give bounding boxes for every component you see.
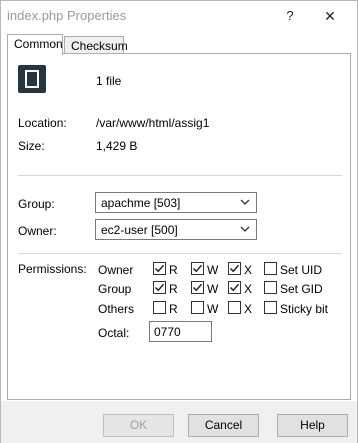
owner-execute-checkbox[interactable] [228, 262, 241, 275]
checkmark-icon [229, 264, 240, 273]
cancel-button[interactable]: Cancel [188, 414, 259, 437]
tab-checksum[interactable]: Checksum [64, 36, 128, 54]
octal-value: 0770 [154, 325, 181, 339]
help-title-button[interactable]: ? [279, 5, 301, 27]
write-label: W [207, 263, 219, 277]
common-tab-panel: 1 file Location: /var/www/html/assig1 Si… [7, 53, 351, 400]
checkmark-icon [192, 264, 203, 273]
size-label: Size: [18, 139, 45, 153]
owner-write-checkbox[interactable] [191, 262, 204, 275]
size-value: 1,429 B [96, 139, 138, 153]
group-execute-checkbox[interactable] [228, 281, 241, 294]
octal-input[interactable]: 0770 [149, 321, 212, 342]
execute-label: X [244, 282, 253, 296]
group-value: apachme [503] [101, 196, 181, 210]
execute-label: X [244, 263, 253, 277]
close-button[interactable]: ✕ [319, 5, 341, 27]
location-label: Location: [18, 116, 67, 130]
setuid-checkbox[interactable] [264, 262, 277, 275]
tab-common[interactable]: Common [7, 34, 63, 55]
others-read-checkbox[interactable] [153, 301, 166, 314]
group-write-checkbox[interactable] [191, 281, 204, 294]
sticky-bit-label: Sticky bit [280, 302, 329, 316]
help-button[interactable]: Help [277, 414, 348, 437]
checkmark-icon [229, 283, 240, 292]
file-count: 1 file [96, 74, 122, 88]
group-label: Group: [18, 197, 55, 211]
ok-button[interactable]: OK [103, 414, 174, 437]
execute-label: X [244, 302, 253, 316]
read-label: R [169, 282, 178, 296]
separator [18, 175, 342, 176]
chevron-down-icon [240, 226, 250, 232]
window-title: index.php Properties [7, 8, 127, 23]
dialog-footer: OK Cancel Help [1, 401, 357, 443]
sticky-bit-checkbox[interactable] [264, 301, 277, 314]
read-label: R [169, 263, 178, 277]
perm-owner-label: Owner [98, 263, 134, 277]
group-read-checkbox[interactable] [153, 281, 166, 294]
owner-label: Owner: [18, 224, 57, 238]
title-bar: index.php Properties ? ✕ [1, 1, 357, 31]
checkmark-icon [154, 283, 165, 292]
owner-value: ec2-user [500] [101, 223, 178, 237]
properties-dialog: index.php Properties ? ✕ Common Checksum… [0, 0, 358, 443]
permissions-label: Permissions: [18, 262, 87, 276]
perm-others-label: Others [98, 302, 135, 316]
chevron-down-icon [240, 199, 250, 205]
checkmark-icon [154, 264, 165, 273]
perm-group-label: Group [98, 282, 132, 296]
owner-read-checkbox[interactable] [153, 262, 166, 275]
write-label: W [207, 302, 219, 316]
location-value: /var/www/html/assig1 [96, 116, 210, 130]
separator [18, 253, 342, 254]
owner-combobox[interactable]: ec2-user [500] [95, 219, 257, 240]
group-combobox[interactable]: apachme [503] [95, 192, 257, 213]
others-execute-checkbox[interactable] [228, 301, 241, 314]
write-label: W [207, 282, 219, 296]
setgid-label: Set GID [280, 282, 323, 296]
others-write-checkbox[interactable] [191, 301, 204, 314]
setgid-checkbox[interactable] [264, 281, 277, 294]
octal-label: Octal: [98, 326, 130, 340]
setuid-label: Set UID [280, 263, 323, 277]
checkmark-icon [192, 283, 203, 292]
file-bracket-icon [18, 65, 46, 93]
read-label: R [169, 302, 178, 316]
